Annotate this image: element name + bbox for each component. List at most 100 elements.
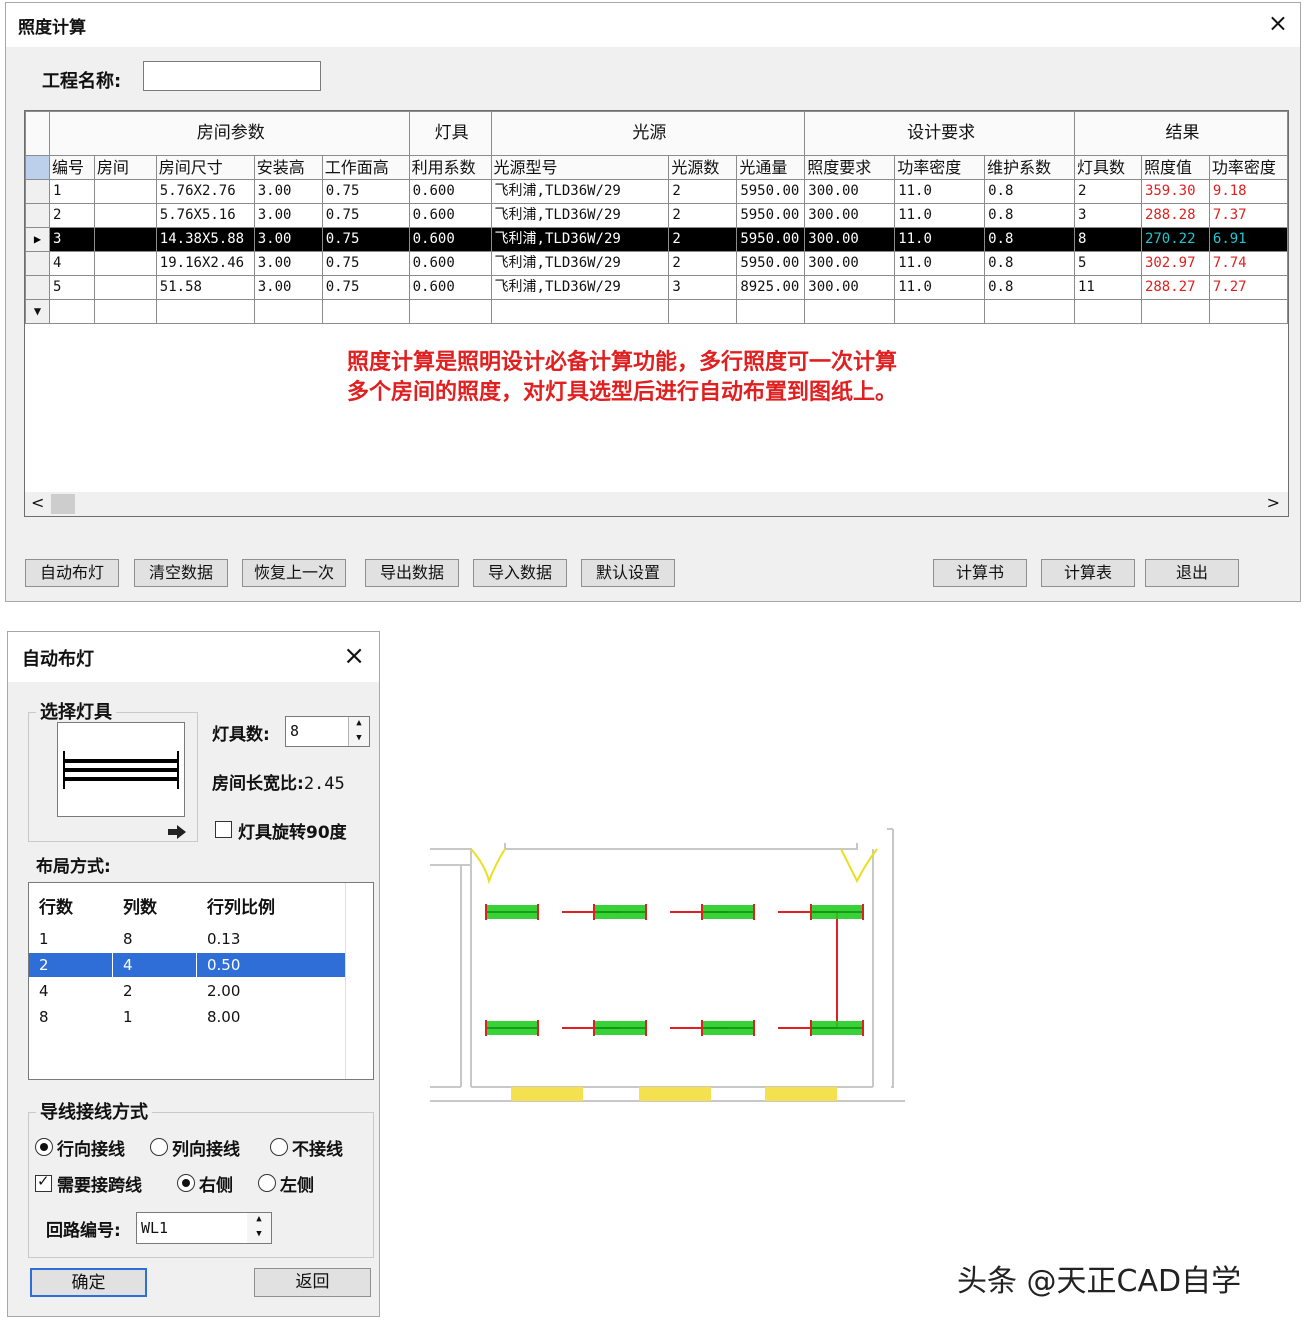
clear-data-button[interactable]: 清空数据 (134, 559, 228, 587)
table-cell[interactable]: 0.8 (984, 275, 1075, 300)
table-cell[interactable]: 3.00 (253, 251, 323, 276)
table-cell[interactable] (984, 299, 1075, 324)
table-row[interactable]: ▶ 3 14.38X5.88 3.00 0.75 0.600 飞利浦,TLD36W/29 2 5… (25, 227, 1288, 252)
list-item[interactable]: 4 2 2.00 (29, 979, 345, 1003)
column-header[interactable]: 工作面高 (321, 155, 410, 180)
table-cell[interactable]: 11.0 (894, 251, 986, 276)
side-left-radio[interactable] (258, 1174, 276, 1192)
spin-down-icon[interactable]: ▼ (349, 732, 369, 747)
row-header[interactable] (25, 275, 50, 300)
layout-list[interactable]: 行数 列数 行列比例 1 8 0.13 2 4 0.50 4 2 2.00 8 1 8.00 (28, 882, 374, 1080)
table-cell[interactable]: 0.600 (408, 203, 492, 228)
table-row[interactable]: 5 51.58 3.00 0.75 0.600 飞利浦,TLD36W/29 3 8925.00… (25, 275, 1288, 300)
table-cell[interactable]: 11 (1074, 275, 1142, 300)
table-cell[interactable]: 2 (1074, 179, 1142, 204)
export-data-button[interactable]: 导出数据 (365, 559, 459, 587)
table-cell[interactable]: 7.37 (1208, 203, 1288, 228)
table-row[interactable]: 4 19.16X2.46 3.00 0.75 0.600 飞利浦,TLD36W/29 2 59… (25, 251, 1288, 276)
new-row[interactable]: ▼ (25, 299, 1288, 324)
table-cell[interactable] (93, 227, 157, 252)
default-settings-button[interactable]: 默认设置 (581, 559, 675, 587)
scroll-left-icon[interactable]: < (31, 492, 44, 514)
table-cell[interactable] (804, 299, 896, 324)
table-cell[interactable]: 300.00 (804, 203, 896, 228)
column-header[interactable]: 房间 (93, 155, 157, 180)
table-cell[interactable]: 5950.00 (736, 203, 806, 228)
table-cell[interactable]: 300.00 (804, 179, 896, 204)
table-cell[interactable]: 5950.00 (736, 179, 806, 204)
table-cell[interactable]: 19.16X2.46 (155, 251, 255, 276)
table-cell[interactable]: 5950.00 (736, 251, 806, 276)
table-cell[interactable] (668, 299, 738, 324)
table-cell[interactable]: 8925.00 (736, 275, 806, 300)
table-cell[interactable]: 飞利浦,TLD36W/29 (490, 251, 670, 276)
table-cell[interactable] (93, 179, 157, 204)
row-header[interactable] (25, 203, 50, 228)
table-cell[interactable]: 359.30 (1140, 179, 1210, 204)
table-cell[interactable]: 3.00 (253, 227, 323, 252)
table-cell[interactable]: 0.75 (321, 203, 410, 228)
column-header[interactable]: 灯具数 (1074, 155, 1142, 180)
table-cell[interactable]: 0.8 (984, 227, 1075, 252)
new-row-dropdown-icon[interactable]: ▼ (25, 299, 50, 324)
table-cell[interactable]: 0.75 (321, 227, 410, 252)
table-cell[interactable] (1208, 299, 1288, 324)
table-cell[interactable]: 5 (48, 275, 95, 300)
auto-layout-button[interactable]: 自动布灯 (25, 559, 119, 587)
table-cell[interactable]: 302.97 (1140, 251, 1210, 276)
table-cell[interactable]: 3.00 (253, 275, 323, 300)
table-cell[interactable]: 2 (668, 251, 738, 276)
current-row-arrow-icon[interactable]: ▶ (25, 227, 50, 252)
row-header[interactable] (25, 251, 50, 276)
table-cell[interactable]: 51.58 (155, 275, 255, 300)
column-header[interactable]: 房间尺寸 (155, 155, 255, 180)
column-header[interactable]: 照度值 (1140, 155, 1210, 180)
column-header[interactable]: 利用系数 (408, 155, 492, 180)
table-cell[interactable]: 11.0 (894, 203, 986, 228)
table-row[interactable]: 2 5.76X5.16 3.00 0.75 0.600 飞利浦,TLD36W/29 2 595… (25, 203, 1288, 228)
table-cell[interactable] (490, 299, 670, 324)
close-icon[interactable]: × (1268, 9, 1288, 37)
table-cell[interactable] (1140, 299, 1210, 324)
circuit-stepper[interactable]: WL1 ▲ ▼ (136, 1212, 272, 1244)
table-cell[interactable]: 11.0 (894, 179, 986, 204)
table-cell[interactable]: 0.8 (984, 251, 1075, 276)
table-cell[interactable]: 2 (668, 179, 738, 204)
column-header[interactable]: 维护系数 (984, 155, 1075, 180)
table-cell[interactable]: 3 (668, 275, 738, 300)
table-cell[interactable]: 14.38X5.88 (155, 227, 255, 252)
table-cell[interactable] (894, 299, 986, 324)
list-item[interactable]: 8 1 8.00 (29, 1005, 345, 1029)
row-header[interactable] (25, 179, 50, 204)
list-item[interactable]: 1 8 0.13 (29, 927, 345, 951)
table-cell[interactable]: 8 (1074, 227, 1142, 252)
column-header[interactable]: 光通量 (736, 155, 806, 180)
table-cell[interactable]: 5.76X2.76 (155, 179, 255, 204)
table-cell[interactable] (321, 299, 410, 324)
table-cell[interactable]: 300.00 (804, 251, 896, 276)
table-cell[interactable]: 3 (48, 227, 95, 252)
column-header[interactable]: 安装高 (253, 155, 323, 180)
select-all-cell[interactable] (25, 155, 50, 180)
column-header[interactable]: 功率密度 (1208, 155, 1288, 180)
table-cell[interactable]: 5 (1074, 251, 1142, 276)
table-cell[interactable]: 300.00 (804, 227, 896, 252)
table-cell[interactable]: 9.18 (1208, 179, 1288, 204)
table-cell[interactable]: 5.76X5.16 (155, 203, 255, 228)
table-cell[interactable]: 3.00 (253, 179, 323, 204)
pick-arrow-icon[interactable] (166, 824, 188, 840)
table-cell[interactable]: 飞利浦,TLD36W/29 (490, 275, 670, 300)
table-cell[interactable]: 2 (668, 227, 738, 252)
project-name-input[interactable] (143, 61, 321, 91)
wiring-row-radio[interactable] (35, 1138, 53, 1156)
column-header[interactable]: 编号 (48, 155, 95, 180)
table-cell[interactable] (155, 299, 255, 324)
table-cell[interactable]: 0.600 (408, 275, 492, 300)
table-cell[interactable]: 0.600 (408, 227, 492, 252)
table-cell[interactable]: 7.74 (1208, 251, 1288, 276)
wiring-col-radio[interactable] (150, 1138, 168, 1156)
table-cell[interactable]: 0.75 (321, 275, 410, 300)
spin-up-icon[interactable]: ▲ (349, 717, 369, 732)
table-cell[interactable]: 11.0 (894, 275, 986, 300)
table-cell[interactable] (48, 299, 95, 324)
